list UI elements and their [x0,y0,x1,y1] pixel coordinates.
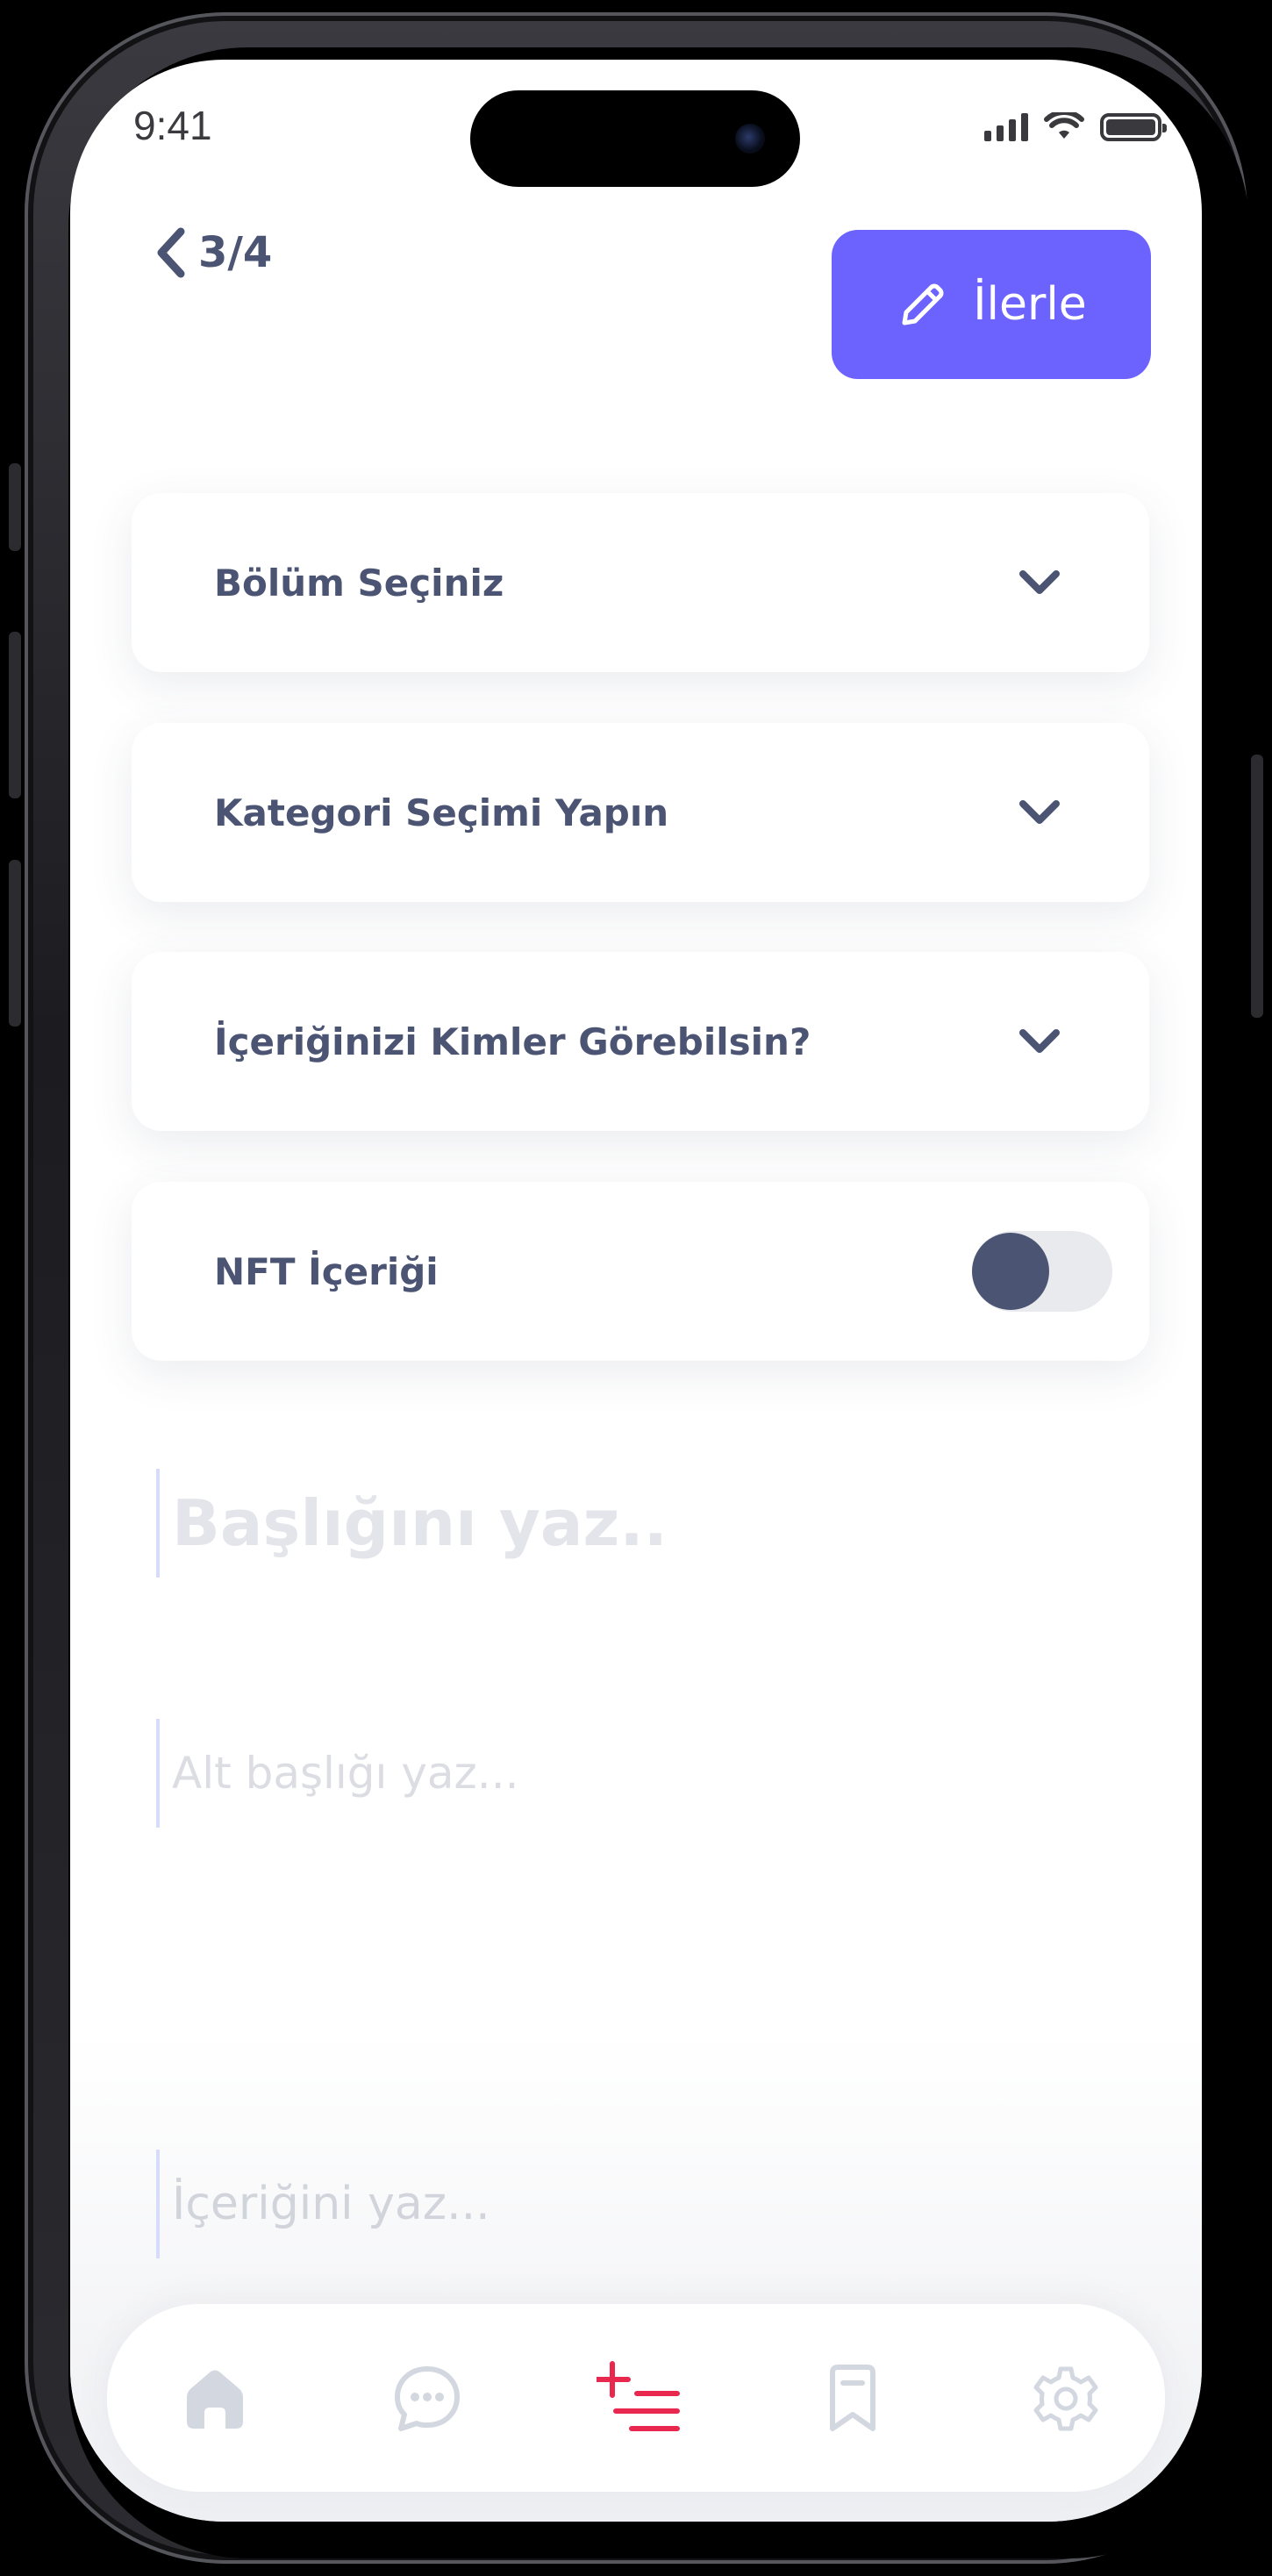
nft-content-label: NFT İçeriği [214,1249,439,1293]
side-button-power [1251,755,1263,1018]
nft-content-row: NFT İçeriği [132,1182,1149,1361]
body-field [156,2150,1049,2258]
toggle-knob [972,1233,1049,1310]
subtitle-input[interactable] [172,1719,1049,1828]
chevron-down-icon [1019,570,1060,594]
app-screen: 9:41 3/4 İlerle Bölüm Seçiniz Kategori S… [70,60,1202,2522]
visibility-select[interactable]: İçeriğinizi Kimler Görebilsin? [132,952,1149,1131]
back-button[interactable]: 3/4 [154,226,272,279]
chevron-down-icon [1019,1029,1060,1053]
pencil-icon [902,283,944,326]
status-icons [984,112,1167,142]
chevron-down-icon [1019,800,1060,824]
section-select[interactable]: Bölüm Seçiniz [132,493,1149,672]
add-post-icon [597,2361,680,2431]
step-indicator: 3/4 [198,228,273,277]
nav-messages[interactable] [383,2355,471,2443]
front-camera [735,124,765,154]
cellular-signal-icon [984,113,1028,141]
wifi-icon [1044,112,1084,139]
bottom-navigation [107,2304,1165,2492]
bookmark-icon [830,2365,875,2431]
next-button[interactable]: İlerle [832,230,1151,379]
nav-add-post[interactable] [597,2355,684,2443]
side-button-volume-down [9,860,21,1027]
visibility-select-label: İçeriğinizi Kimler Görebilsin? [214,1020,811,1063]
category-select[interactable]: Kategori Seçimi Yapın [132,723,1149,902]
nav-bookmarks[interactable] [809,2355,897,2443]
nav-settings[interactable] [1022,2355,1110,2443]
next-button-label: İlerle [973,278,1087,331]
nav-home[interactable] [171,2355,259,2443]
side-button-silent [9,463,21,551]
settings-gear-icon [1033,2366,1098,2431]
body-input[interactable] [172,2150,1049,2258]
category-select-label: Kategori Seçimi Yapın [214,791,669,834]
subtitle-field [156,1719,1049,1828]
title-field [156,1469,1049,1578]
side-button-volume-up [9,632,21,798]
home-icon [187,2370,243,2429]
status-time: 9:41 [133,103,212,148]
chevron-left-icon [157,227,185,278]
title-input[interactable] [172,1469,1049,1578]
section-select-label: Bölüm Seçiniz [214,561,504,605]
nft-content-toggle[interactable] [972,1231,1112,1312]
dynamic-island [470,90,800,187]
battery-icon [1100,113,1167,141]
chat-bubble-icon [395,2366,460,2431]
